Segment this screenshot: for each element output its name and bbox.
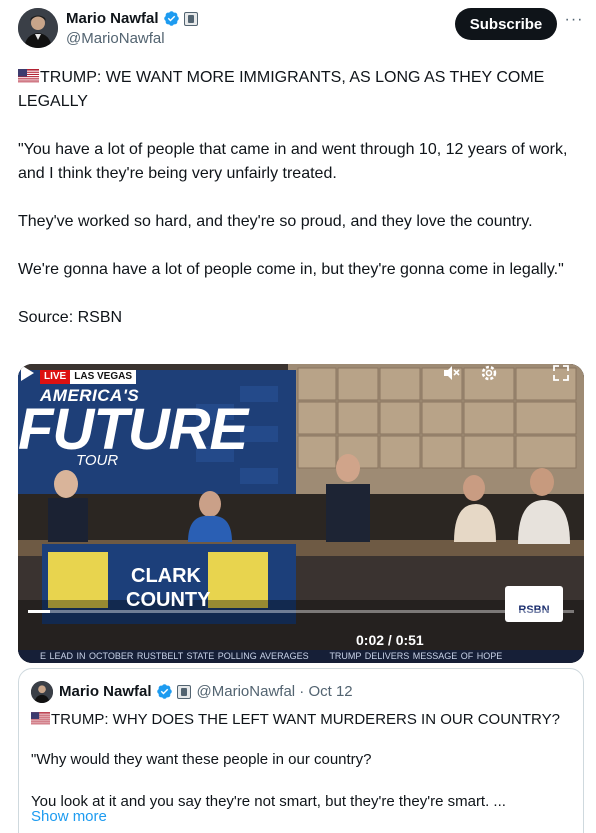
video-time: 0:02 / 0:51 [356, 632, 424, 648]
author-avatar[interactable] [18, 8, 58, 48]
live-label: LIVE [40, 370, 71, 384]
ticker-left-text: E LEAD IN OCTOBER RUSTBELT STATE POLLING… [40, 651, 309, 661]
tweet-paragraph: They've worked so hard, and they're so p… [18, 213, 533, 230]
settings-gear-icon[interactable] [480, 364, 498, 382]
quoted-handle-date[interactable]: @MarioNawfal · Oct 12 [197, 683, 353, 700]
tweet-headline: TRUMP: WE WANT MORE IMMIGRANTS, AS LONG … [18, 69, 545, 110]
video-progress-bar[interactable] [28, 610, 574, 613]
show-more-link[interactable]: Show more [31, 808, 107, 825]
rsbn-logo: RSBN [505, 586, 563, 622]
affiliate-badge-icon [183, 11, 198, 26]
location-label: LAS VEGAS [70, 370, 137, 384]
quoted-paragraph: You look at it and you say they're not s… [31, 793, 506, 810]
quoted-headline: TRUMP: WHY DOES THE LEFT WANT MURDERERS … [51, 711, 560, 728]
tweet-header: Mario Nawfal @MarioNawfal Subscribe ··· [18, 8, 584, 52]
tweet-source: Source: RSBN [18, 309, 123, 326]
news-ticker: E LEAD IN OCTOBER RUSTBELT STATE POLLING… [18, 650, 584, 663]
quoted-paragraph: "Why would they want these people in our… [31, 751, 372, 768]
video-player[interactable]: LIVE LAS VEGAS AMERICA'S FUTURE TOUR CLA… [18, 364, 584, 663]
fullscreen-icon[interactable] [552, 364, 570, 382]
video-progress-fill [28, 610, 50, 613]
tweet-text: TRUMP: WE WANT MORE IMMIGRANTS, AS LONG … [18, 66, 578, 354]
affiliate-badge-icon [176, 684, 191, 699]
banner-title-line2: FUTURE [18, 397, 248, 462]
quoted-tweet-text: TRUMP: WHY DOES THE LEFT WANT MURDERERS … [31, 709, 571, 833]
us-flag-icon [18, 69, 39, 83]
quoted-author-avatar[interactable] [31, 681, 53, 703]
quoted-tweet[interactable]: Mario Nawfal @MarioNawfal · Oct 12 TRUMP… [18, 668, 584, 833]
author-name[interactable]: Mario Nawfal [66, 10, 159, 27]
verified-badge-icon [163, 11, 179, 26]
verified-badge-icon [156, 684, 172, 699]
ticker-right-text: TRUMP DELIVERS MESSAGE OF HOPE [329, 651, 503, 661]
live-badge: LIVE LAS VEGAS [40, 370, 137, 384]
more-horizontal-icon[interactable]: ··· [564, 12, 584, 32]
banner-title-line3: TOUR [76, 452, 119, 469]
author-handle[interactable]: @MarioNawfal [66, 30, 165, 47]
play-icon[interactable] [18, 364, 36, 382]
quoted-author-name[interactable]: Mario Nawfal [59, 683, 152, 700]
subscribe-button[interactable]: Subscribe [455, 8, 557, 40]
us-flag-icon [31, 712, 50, 725]
volume-muted-icon[interactable] [442, 364, 460, 382]
tweet-paragraph: We're gonna have a lot of people come in… [18, 261, 564, 278]
tweet-paragraph: "You have a lot of people that came in a… [18, 141, 568, 182]
podium-sign-text: CLARK COUNTY [126, 565, 211, 611]
